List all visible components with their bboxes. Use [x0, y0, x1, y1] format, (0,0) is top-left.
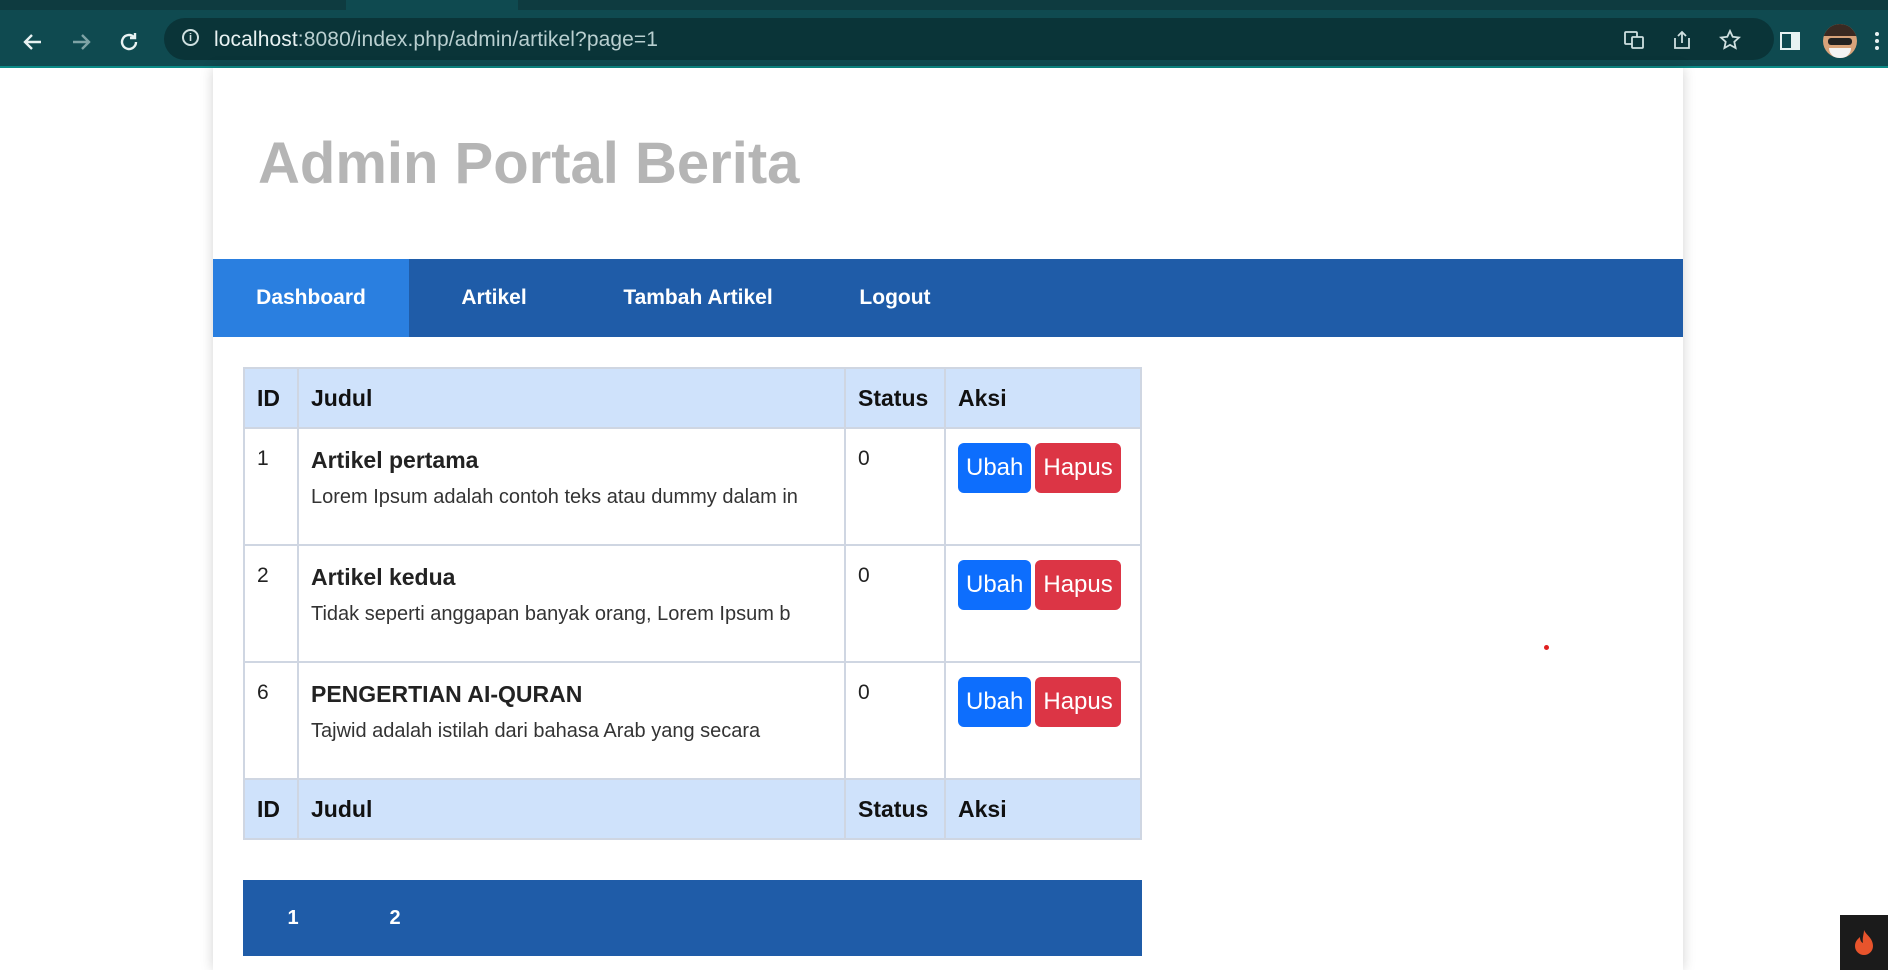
table-row: 6 PENGERTIAN AI-QURAN Tajwid adalah isti… [243, 661, 1142, 780]
edit-button[interactable]: Ubah [958, 677, 1032, 727]
page-container: Admin Portal Berita Dashboard Artikel Ta… [213, 68, 1683, 970]
table-row: 2 Artikel kedua Tidak seperti anggapan b… [243, 544, 1142, 663]
header-aksi: Aksi [944, 367, 1142, 429]
table-row: 1 Artikel pertama Lorem Ipsum adalah con… [243, 427, 1142, 546]
reload-icon[interactable] [113, 26, 145, 58]
url-text[interactable]: localhost:8080/index.php/admin/artikel?p… [214, 28, 658, 52]
forward-arrow-icon[interactable] [65, 26, 97, 58]
article-title: Artikel pertama [311, 447, 479, 473]
nav-item-tambah-artikel[interactable]: Tambah Artikel [579, 259, 817, 337]
footer-status: Status [844, 778, 946, 840]
cursor-dot [1544, 645, 1549, 650]
nav-item-logout[interactable]: Logout [817, 259, 973, 337]
row-status: 0 [844, 661, 946, 780]
pagination: 1 2 [243, 880, 1142, 956]
nav-item-dashboard[interactable]: Dashboard [213, 259, 409, 337]
row-aksi: Ubah Hapus [944, 544, 1142, 663]
main-navbar: Dashboard Artikel Tambah Artikel Logout [213, 259, 1683, 337]
share-icon[interactable] [1671, 29, 1693, 51]
article-excerpt: Lorem Ipsum adalah contoh teks atau dumm… [311, 486, 798, 508]
page-link-1[interactable]: 1 [253, 880, 333, 956]
table-header-row: ID Judul Status Aksi [243, 367, 1142, 429]
footer-id: ID [243, 778, 299, 840]
article-excerpt: Tajwid adalah istilah dari bahasa Arab y… [311, 720, 761, 742]
row-judul: Artikel kedua Tidak seperti anggapan ban… [297, 544, 846, 663]
side-panel-icon[interactable] [1777, 28, 1803, 54]
bookmark-star-icon[interactable] [1719, 29, 1741, 51]
article-title: Artikel kedua [311, 564, 456, 590]
row-aksi: Ubah Hapus [944, 427, 1142, 546]
profile-avatar[interactable] [1823, 24, 1857, 58]
address-bar[interactable]: i localhost:8080/index.php/admin/artikel… [164, 18, 1774, 60]
back-arrow-icon[interactable] [17, 26, 49, 58]
row-judul: Artikel pertama Lorem Ipsum adalah conto… [297, 427, 846, 546]
delete-button[interactable]: Hapus [1035, 560, 1121, 610]
edit-button[interactable]: Ubah [958, 443, 1032, 493]
url-host: localhost [214, 28, 298, 51]
article-title: PENGERTIAN AI-QURAN [311, 681, 583, 707]
translate-icon[interactable] [1623, 29, 1645, 51]
header-judul: Judul [297, 367, 846, 429]
articles-table: ID Judul Status Aksi 1 Artikel pertama L… [243, 367, 1142, 840]
header-status: Status [844, 367, 946, 429]
site-title: Admin Portal Berita [258, 131, 800, 196]
row-id: 1 [243, 427, 299, 546]
delete-button[interactable]: Hapus [1035, 443, 1121, 493]
browser-toolbar: i localhost:8080/index.php/admin/artikel… [0, 10, 1888, 68]
site-info-icon[interactable]: i [182, 29, 199, 46]
row-judul: PENGERTIAN AI-QURAN Tajwid adalah istila… [297, 661, 846, 780]
nav-item-artikel[interactable]: Artikel [409, 259, 579, 337]
footer-aksi: Aksi [944, 778, 1142, 840]
kebab-menu-icon[interactable] [1870, 28, 1884, 54]
url-path: :8080/index.php/admin/artikel?page=1 [297, 28, 659, 51]
article-excerpt: Tidak seperti anggapan banyak orang, Lor… [311, 603, 791, 625]
page-link-2[interactable]: 2 [355, 880, 435, 956]
row-status: 0 [844, 544, 946, 663]
row-aksi: Ubah Hapus [944, 661, 1142, 780]
edit-button[interactable]: Ubah [958, 560, 1032, 610]
row-status: 0 [844, 427, 946, 546]
codeigniter-debug-icon[interactable] [1840, 915, 1888, 970]
table-footer-row: ID Judul Status Aksi [243, 778, 1142, 840]
header-id: ID [243, 367, 299, 429]
row-id: 6 [243, 661, 299, 780]
delete-button[interactable]: Hapus [1035, 677, 1121, 727]
footer-judul: Judul [297, 778, 846, 840]
row-id: 2 [243, 544, 299, 663]
